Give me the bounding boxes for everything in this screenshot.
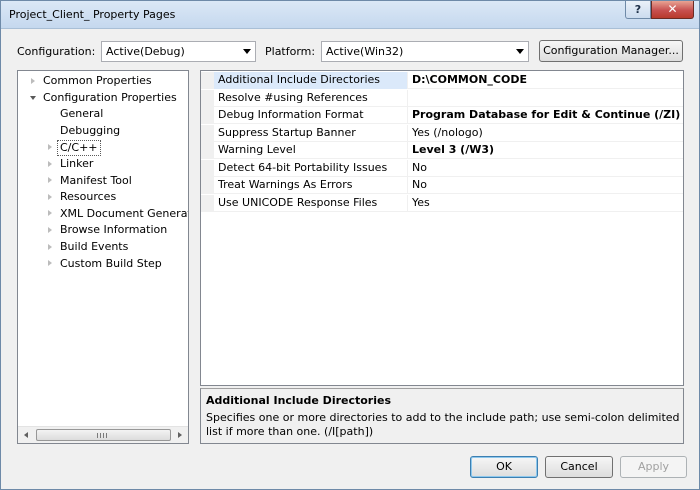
property-value[interactable]: Program Database for Edit & Continue (/Z… — [408, 107, 682, 124]
tree-item[interactable]: Build Events — [18, 239, 188, 255]
row-margin — [201, 107, 214, 124]
property-row[interactable]: Warning Level Level 3 (/W3) — [201, 142, 683, 159]
chevron-down-icon — [516, 49, 524, 54]
description-text: Specifies one or more directories to add… — [206, 411, 680, 438]
property-row[interactable]: Detect 64-bit Portability Issues No — [201, 159, 683, 177]
tree-item[interactable]: Linker — [18, 156, 188, 172]
property-name[interactable]: Debug Information Format — [214, 107, 408, 124]
property-row[interactable]: Additional Include Directories D:\COMMON_… — [201, 72, 683, 89]
tree-item-label: XML Document Generator — [60, 206, 189, 220]
window-title: Project_Client_ Property Pages — [9, 8, 176, 21]
property-value[interactable]: Level 3 (/W3) — [408, 142, 682, 159]
collapsed-triangle-icon[interactable] — [31, 77, 35, 84]
apply-button[interactable]: Apply — [620, 456, 687, 478]
scroll-right-icon[interactable] — [178, 432, 182, 438]
row-margin — [201, 159, 214, 177]
collapsed-triangle-icon[interactable] — [48, 243, 52, 250]
tree-item[interactable]: Browse Information — [18, 222, 188, 238]
scrollbar-thumb[interactable] — [36, 429, 171, 441]
row-margin — [201, 89, 214, 107]
property-value[interactable]: Yes (/nologo) — [408, 125, 682, 142]
property-row[interactable]: Suppress Startup Banner Yes (/nologo) — [201, 124, 683, 142]
tree-item-label: Debugging — [60, 123, 121, 137]
tree-item[interactable]: Resources — [18, 189, 188, 205]
property-pages-dialog: Project_Client_ Property Pages ? ✕ Confi… — [0, 0, 700, 490]
tree-item-label: Build Events — [60, 240, 129, 253]
tree-item[interactable]: Configuration Properties — [18, 90, 188, 106]
collapsed-triangle-icon[interactable] — [48, 210, 52, 217]
row-margin — [201, 177, 214, 194]
tree-item[interactable]: Common Properties — [18, 73, 188, 89]
collapsed-triangle-icon[interactable] — [48, 143, 52, 150]
tree-item[interactable]: Manifest Tool — [18, 173, 188, 189]
tree-item-label: Manifest Tool — [60, 173, 132, 187]
row-margin — [201, 142, 214, 159]
property-name[interactable]: Suppress Startup Banner — [214, 124, 408, 142]
configuration-label: Configuration: — [17, 45, 96, 58]
property-tree[interactable]: Common Properties Configuration Propertie… — [17, 70, 189, 444]
collapsed-triangle-icon[interactable] — [48, 193, 52, 200]
cancel-button[interactable]: Cancel — [545, 456, 613, 478]
tree-item-label: Browse Information — [60, 223, 168, 237]
tree-item-label: Custom Build Step — [60, 256, 162, 270]
title-bar[interactable]: Project_Client_ Property Pages ? ✕ — [1, 1, 699, 29]
platform-dropdown[interactable]: Active(Win32) — [321, 41, 529, 62]
grip-icon — [97, 433, 109, 438]
row-margin — [201, 194, 214, 212]
scroll-left-icon[interactable] — [24, 432, 28, 438]
tree-item[interactable]: C/C++ — [18, 139, 188, 157]
property-row[interactable]: Treat Warnings As Errors No — [201, 177, 683, 194]
tree-item-label: Configuration Properties — [43, 90, 177, 104]
configuration-manager-button[interactable]: Configuration Manager... — [539, 40, 683, 62]
close-button[interactable]: ✕ — [651, 1, 694, 19]
property-name[interactable]: Warning Level — [214, 142, 408, 159]
help-button[interactable]: ? — [625, 1, 651, 19]
property-row[interactable]: Use UNICODE Response Files Yes — [201, 194, 683, 212]
property-value[interactable]: No — [408, 177, 682, 194]
property-name[interactable]: Treat Warnings As Errors — [214, 177, 408, 194]
property-value[interactable] — [408, 90, 682, 107]
property-name[interactable]: Detect 64-bit Portability Issues — [214, 159, 408, 177]
property-row[interactable]: Resolve #using References — [201, 89, 683, 107]
property-value[interactable]: D:\COMMON_CODE — [408, 72, 682, 89]
expanded-triangle-icon[interactable] — [30, 95, 36, 100]
collapsed-triangle-icon[interactable] — [48, 177, 52, 184]
platform-label: Platform: — [265, 45, 316, 58]
description-panel: Additional Include Directories Specifies… — [200, 388, 684, 444]
row-margin — [201, 72, 214, 89]
property-name[interactable]: Use UNICODE Response Files — [214, 194, 408, 212]
chevron-down-icon — [243, 49, 251, 54]
tree-item-label: C/C++ — [57, 140, 101, 157]
configuration-dropdown[interactable]: Active(Debug) — [101, 41, 256, 62]
configuration-bar: Configuration: Active(Debug) Platform: A… — [1, 39, 699, 63]
description-title: Additional Include Directories — [206, 394, 392, 407]
tree-item-label: General — [60, 107, 104, 121]
platform-value: Active(Win32) — [326, 45, 404, 58]
tree-item-label: Resources — [60, 190, 117, 204]
configuration-value: Active(Debug) — [106, 45, 185, 58]
tree-item[interactable]: XML Document Generator — [18, 206, 188, 222]
row-margin — [201, 124, 214, 142]
property-name[interactable]: Resolve #using References — [214, 89, 408, 107]
property-grid[interactable]: Additional Include Directories D:\COMMON_… — [200, 70, 684, 386]
property-value[interactable]: No — [408, 160, 682, 177]
property-row[interactable]: Debug Information Format Program Database… — [201, 107, 683, 124]
collapsed-triangle-icon[interactable] — [48, 260, 52, 267]
ok-button[interactable]: OK — [470, 456, 538, 478]
tree-item[interactable]: General — [18, 106, 188, 122]
property-name[interactable]: Additional Include Directories — [214, 72, 408, 89]
tree-item-label: Linker — [60, 157, 94, 170]
horizontal-scrollbar[interactable] — [18, 426, 188, 443]
tree-item[interactable]: Debugging — [18, 123, 188, 139]
tree-item[interactable]: Custom Build Step — [18, 256, 188, 272]
collapsed-triangle-icon[interactable] — [48, 160, 52, 167]
collapsed-triangle-icon[interactable] — [48, 226, 52, 233]
tree-item-label: Common Properties — [43, 74, 152, 87]
property-value[interactable]: Yes — [408, 195, 682, 212]
